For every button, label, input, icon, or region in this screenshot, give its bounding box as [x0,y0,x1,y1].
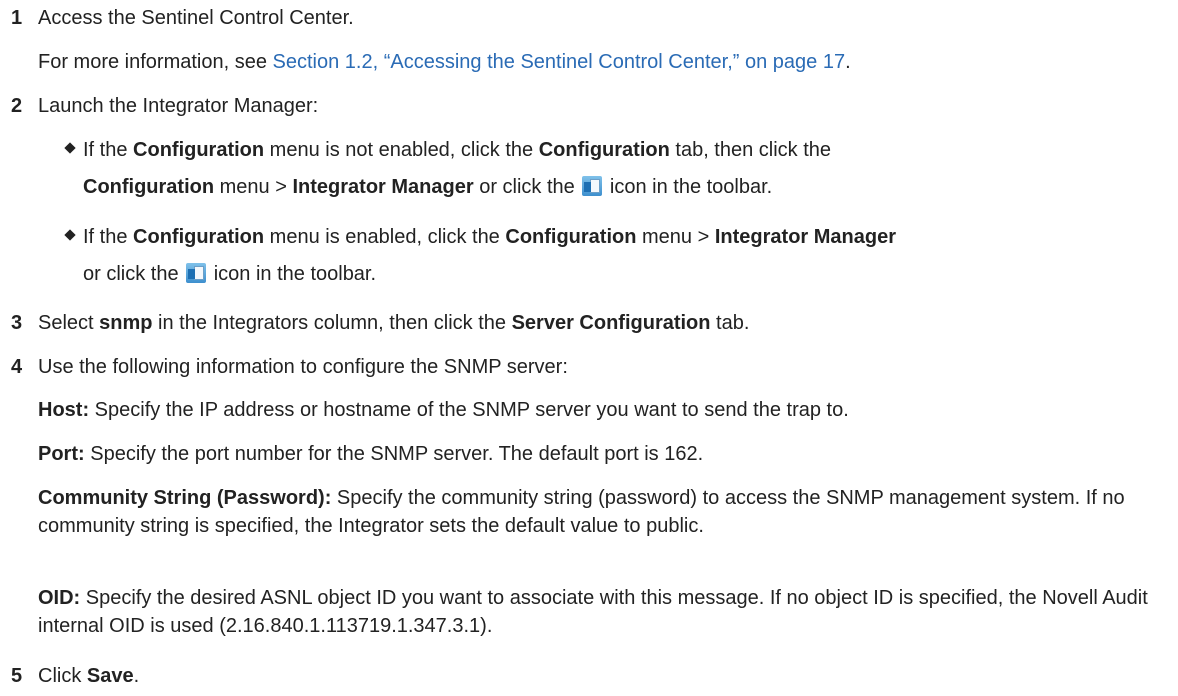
integrator-manager-icon [582,176,603,196]
integrator-manager-icon [186,263,207,283]
step-text: Select snmp in the Integrators column, t… [38,312,750,334]
bullet-text-cont: or click the icon in the toolbar. [83,263,377,285]
field-oid: OID: Specify the desired ASNL object ID … [38,587,1148,637]
field-host: Host: Specify the IP address or hostname… [38,399,849,421]
step-text: Launch the Integrator Manager: [38,95,319,117]
step-number: 3 [11,312,23,334]
step-number: 1 [11,7,23,29]
step-number: 2 [11,95,23,117]
step-text: Access the Sentinel Control Center. [38,7,354,29]
section-link[interactable]: Section 1.2, “Accessing the Sentinel Con… [273,51,846,73]
more-info-line: For more information, see Section 1.2, “… [38,51,851,73]
bullet-icon [64,142,76,154]
bullet-text: If the Configuration menu is enabled, cl… [83,226,897,248]
step-text: Click Save. [38,665,140,687]
field-community-string: Community String (Password): Specify the… [38,487,1125,537]
bullet-text-cont: Configuration menu > Integrator Manager … [83,176,773,198]
document-page: 1 Access the Sentinel Control Center. Fo… [0,0,1178,696]
step-text: Use the following information to configu… [38,356,568,378]
step-number: 5 [11,665,23,687]
step-number: 4 [11,356,23,378]
bullet-text: If the Configuration menu is not enabled… [83,139,832,161]
field-port: Port: Specify the port number for the SN… [38,443,704,465]
bullet-icon [64,229,76,241]
